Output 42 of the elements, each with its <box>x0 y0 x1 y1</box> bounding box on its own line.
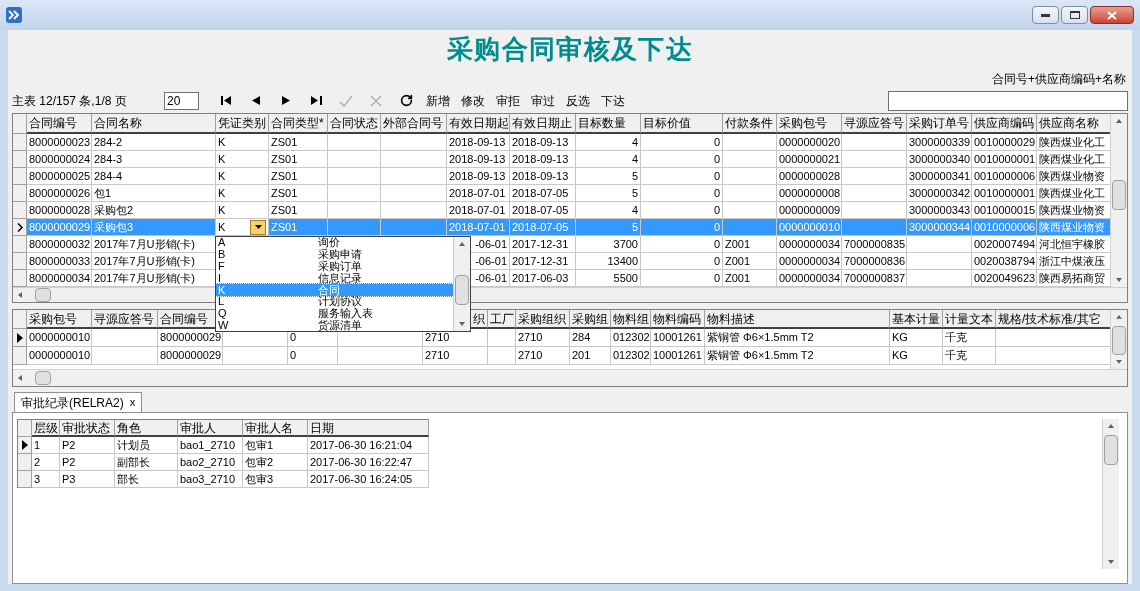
table-cell: 2710 <box>423 329 488 347</box>
table-cell: 0 <box>288 347 338 365</box>
table-cell: 包审3 <box>243 471 308 488</box>
table-cell: 2 <box>32 454 60 471</box>
table-cell: P2 <box>60 437 115 454</box>
record-status: 主表 12/157 条,1/8 页 <box>12 92 128 110</box>
table-cell: P2 <box>60 454 115 471</box>
page-title: 采购合同审核及下达 <box>447 32 693 66</box>
table-cell: 计划员 <box>115 437 178 454</box>
table-cell: 千克 <box>943 329 996 347</box>
table-cell: 2017-06-30 16:21:04 <box>308 437 429 454</box>
table-cell: 部长 <box>115 471 178 488</box>
table-cell: 3 <box>32 471 60 488</box>
table-cell: bao3_2710 <box>178 471 243 488</box>
table-cell: 201 <box>570 347 611 365</box>
table-cell: 2017-06-30 16:24:05 <box>308 471 429 488</box>
table-cell: 8000000029 <box>158 329 223 347</box>
table-cell: 2710 <box>516 329 570 347</box>
table-cell: 2710 <box>516 347 570 365</box>
table-cell: 包审1 <box>243 437 308 454</box>
table-cell: 紫铜管 Φ6×1.5mm T2 <box>705 347 890 365</box>
table-cell: 8000000029 <box>158 347 223 365</box>
table-cell: KG <box>890 329 943 347</box>
table-cell: 紫铜管 Φ6×1.5mm T2 <box>705 329 890 347</box>
table-cell: 1 <box>32 437 60 454</box>
table-cell: 012302 <box>611 329 651 347</box>
search-label: 合同号+供应商编码+名称 <box>992 71 1126 88</box>
table-cell: 0000000010 <box>27 347 92 365</box>
table-cell: 千克 <box>943 347 996 365</box>
table-cell: 012302 <box>611 347 651 365</box>
table-cell: 10001261 <box>651 329 705 347</box>
table-cell: 0000000010 <box>27 329 92 347</box>
table-cell: 副部长 <box>115 454 178 471</box>
table-cell: P3 <box>60 471 115 488</box>
table-cell: 包审2 <box>243 454 308 471</box>
table-cell: 2710 <box>423 347 488 365</box>
table-cell: 2017-06-30 16:22:47 <box>308 454 429 471</box>
table-cell: 284 <box>570 329 611 347</box>
table-cell: bao2_2710 <box>178 454 243 471</box>
table-cell: 10001261 <box>651 347 705 365</box>
table-cell: KG <box>890 347 943 365</box>
table-cell: bao1_2710 <box>178 437 243 454</box>
